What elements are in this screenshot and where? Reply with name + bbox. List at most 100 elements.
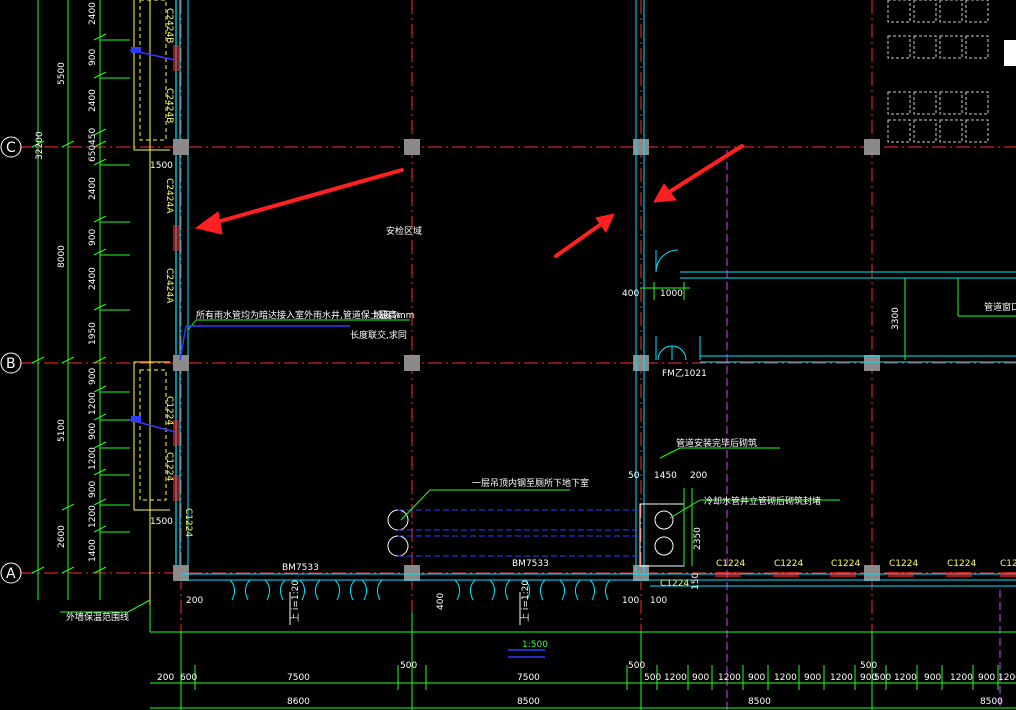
bottom-dim-major: 8500: [980, 697, 1003, 707]
axis-label-a: A: [6, 566, 16, 582]
ramp-right-label: 上 i=1:20: [520, 580, 531, 622]
cold-water-note: 冷却水管井立管砌后砌筑封堵: [704, 495, 821, 507]
dim-100-b: 100: [650, 596, 667, 606]
bottom-window-label: C1224: [716, 559, 745, 569]
bm-right-label: BM7533: [512, 559, 549, 569]
dim-inner: 2400: [88, 177, 98, 200]
dim-50: 50: [628, 471, 640, 481]
column: [864, 355, 880, 371]
dim-200-bottom: 200: [186, 596, 203, 606]
bottom-dim: 500: [628, 661, 645, 671]
dim-inner: 1200: [88, 447, 98, 470]
rain-pipe-note-2: 长度联交,求同: [350, 329, 407, 341]
bottom-dim: 500: [874, 673, 891, 683]
window-label-c1224-1: C1224: [164, 396, 174, 425]
bottom-dim-major: 8500: [748, 697, 771, 707]
dim-inner: 450: [88, 128, 98, 145]
dim-1000: 1000: [660, 289, 683, 299]
window-label-c2424b-top: C2424B: [164, 8, 174, 43]
pipe-install-note: 管道安装完毕后砌筑: [676, 437, 757, 449]
dim-1500-top: 1500: [150, 161, 173, 171]
security-zone-label: 安检区域: [386, 225, 422, 237]
ramp-left-label: 上 i=1:20: [290, 580, 301, 622]
basement-stairs-note: 一层吊顶内钢至厕所下地下室: [472, 477, 589, 489]
window-label-c2424b: C2424B: [164, 88, 174, 123]
window-label-c1224-3: C1224: [183, 508, 193, 537]
dim-total-32200: 32200: [35, 131, 45, 160]
dim-inner: 1200: [88, 505, 98, 528]
dim-inner: 900: [88, 49, 98, 66]
column: [633, 565, 649, 581]
dim-inner: 900: [88, 229, 98, 246]
dim-inner: 650: [88, 145, 98, 162]
dim-8000: 8000: [57, 245, 67, 268]
dim-inner: 1950: [88, 322, 98, 345]
column: [404, 565, 420, 581]
dim-1500-bottom: 1500: [150, 517, 173, 527]
dim-1450: 1450: [654, 471, 677, 481]
window-label-c1224-2: C1224: [164, 452, 174, 481]
dim-inner: 900: [88, 481, 98, 498]
bottom-dim: 900: [748, 673, 765, 683]
bottom-dim: 500: [644, 673, 661, 683]
bottom-dim: 1200: [998, 673, 1016, 683]
bottom-dim-major: 8500: [517, 697, 540, 707]
door-fm-label: FM乙1021: [662, 368, 707, 379]
column: [633, 139, 649, 155]
column: [404, 355, 420, 371]
bottom-dim: 900: [692, 673, 709, 683]
column: [173, 139, 189, 155]
bottom-dim: 200: [157, 673, 174, 683]
column: [864, 139, 880, 155]
bottom-dim: 500: [860, 661, 877, 671]
column: [404, 139, 420, 155]
bottom-dim: 900: [804, 673, 821, 683]
dim-inner: 2400: [88, 89, 98, 112]
right-edge-bar: [1004, 40, 1016, 66]
dim-2350: 2350: [693, 527, 703, 550]
dim-100-a: 100: [622, 596, 639, 606]
dim-400-bottom: 400: [436, 593, 446, 610]
dim-inner: 900: [88, 368, 98, 385]
bottom-window-label: C1224: [774, 559, 803, 569]
cad-floor-plan-drawing[interactable]: C B A 32200 5500 8000 5100 2600 2400 900…: [0, 0, 1016, 710]
corner-window-label: C1224: [660, 579, 689, 589]
dim-inner: 2400: [88, 2, 98, 25]
bm-left-label: BM7533: [282, 563, 319, 573]
window-label-c2424a-2: C2424A: [164, 268, 174, 304]
dim-inner: 1200: [88, 392, 98, 415]
axis-label-b: B: [6, 356, 16, 372]
dim-inner: 900: [88, 423, 98, 440]
bottom-window-label: C1224: [947, 559, 976, 569]
bottom-window-label: C1224: [1000, 559, 1016, 569]
dim-inner: 2400: [88, 267, 98, 290]
column: [864, 565, 880, 581]
bottom-dim: 1200: [774, 673, 797, 683]
bottom-dim: 7500: [517, 673, 540, 683]
dim-3300: 3300: [891, 307, 901, 330]
bottom-dim: 1200: [894, 673, 917, 683]
axis-label-c: C: [6, 140, 16, 156]
exterior-wall-note: 外墙保温范围线: [66, 611, 129, 623]
dim-5100: 5100: [57, 419, 67, 442]
bottom-dim: 900: [924, 673, 941, 683]
dim-inner: 1400: [88, 539, 98, 562]
scale-label: 1:500: [522, 640, 548, 650]
dim-150: 150: [691, 573, 701, 590]
column: [633, 355, 649, 371]
column: [173, 565, 189, 581]
bottom-dim: 1200: [830, 673, 853, 683]
dim-400: 400: [622, 289, 639, 299]
dim-5500: 5500: [57, 62, 67, 85]
bottom-dim: 1200: [950, 673, 973, 683]
bottom-dim: 900: [978, 673, 995, 683]
window-label-c2424a-1: C2424A: [164, 178, 174, 214]
rain-pipe-note-tail: 坡度%: [374, 309, 401, 321]
dim-2600: 2600: [57, 525, 67, 548]
pipe-room-label: 管道窗口: [984, 301, 1016, 313]
bottom-dim-major: 8600: [287, 697, 310, 707]
bottom-dim: 1200: [718, 673, 741, 683]
bottom-window-label: C1224: [889, 559, 918, 569]
bottom-dim: 7500: [287, 673, 310, 683]
dim-200-a: 200: [690, 471, 707, 481]
